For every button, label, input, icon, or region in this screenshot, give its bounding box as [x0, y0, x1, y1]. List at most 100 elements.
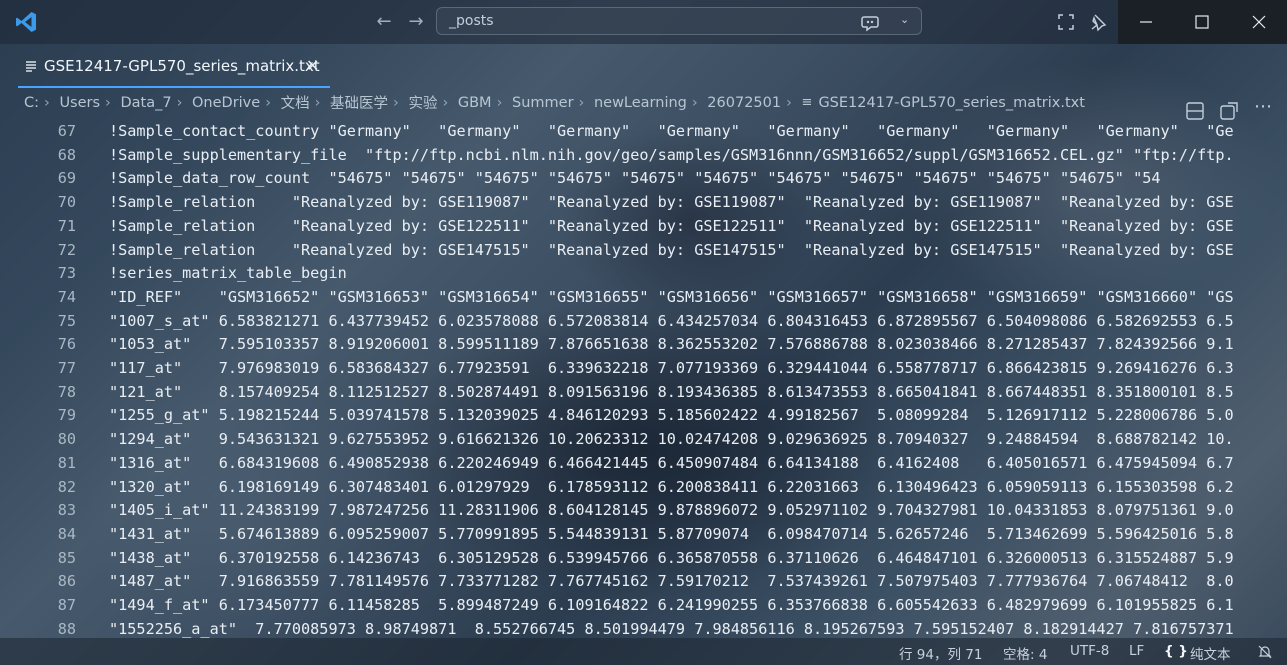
copilot-icon[interactable] — [860, 12, 880, 32]
line-text[interactable]: !Sample_contact_country "Germany" "Germa… — [109, 120, 1234, 144]
line-text[interactable]: !Sample_relation "Reanalyzed by: GSE1475… — [109, 239, 1234, 263]
line-text[interactable]: "1487_at" 7.916863559 7.781149576 7.7337… — [109, 570, 1234, 594]
line-number: 86 — [57, 572, 76, 591]
tab-label: GSE12417-GPL570_series_matrix.txt — [44, 57, 320, 75]
code-line[interactable]: 77 "117_at" 7.976983019 6.583684327 6.779… — [0, 357, 1287, 381]
code-line[interactable]: 72 !Sample_relation "Reanalyzed by: GSE14… — [0, 239, 1287, 263]
code-line[interactable]: 71 !Sample_relation "Reanalyzed by: GSE12… — [0, 215, 1287, 239]
line-text[interactable]: "1053_at" 7.595103357 8.919206001 8.5995… — [109, 333, 1234, 357]
line-text[interactable]: "1431_at" 5.674613889 6.095259007 5.7709… — [109, 523, 1234, 547]
code-line[interactable]: 74 "ID_REF" "GSM316652" "GSM316653" "GSM3… — [0, 286, 1287, 310]
chevron-right-icon: › — [786, 94, 792, 111]
line-text[interactable]: "ID_REF" "GSM316652" "GSM316653" "GSM316… — [109, 286, 1234, 310]
code-line[interactable]: 85 "1438_at" 6.370192558 6.14236743 6.305… — [0, 547, 1287, 571]
language-braces-icon[interactable]: { } — [1164, 643, 1188, 659]
line-text[interactable]: "1316_at" 6.684319608 6.490852938 6.2202… — [109, 452, 1234, 476]
line-number: 79 — [57, 406, 76, 425]
breadcrumb: C: › Users › Data_7 › OneDrive › 文档 › 基础医学 › 实… — [24, 92, 1085, 113]
code-line[interactable]: 76 "1053_at" 7.595103357 8.919206001 8.59… — [0, 333, 1287, 357]
line-text[interactable]: !Sample_data_row_count "54675" "54675" "… — [109, 167, 1161, 191]
breadcrumb-item[interactable]: 实验 — [408, 92, 437, 113]
end-of-line[interactable]: LF — [1129, 643, 1144, 659]
code-line[interactable]: 75 "1007_s_at" 6.583821271 6.437739452 6.… — [0, 310, 1287, 334]
line-text[interactable]: "1007_s_at" 6.583821271 6.437739452 6.02… — [109, 310, 1234, 334]
title-bar: ← → _posts ⌄ — [0, 0, 1287, 44]
code-line[interactable]: 88 "1552256_a_at" 7.770085973 8.98749871 … — [0, 618, 1287, 638]
code-line[interactable]: 80 "1294_at" 9.543631321 9.627553952 9.61… — [0, 428, 1287, 452]
pin-icon[interactable] — [1088, 12, 1108, 32]
tab-series-matrix[interactable]: GSE12417-GPL570_series_matrix.txt ✕ — [18, 44, 330, 88]
open-changes-icon[interactable] — [1218, 100, 1240, 122]
search-text: _posts — [449, 13, 494, 29]
line-number: 75 — [57, 311, 76, 330]
line-text[interactable]: !Sample_supplementary_file "ftp://ftp.nc… — [109, 144, 1234, 168]
language-mode[interactable]: 纯文本 — [1190, 643, 1231, 663]
bell-slash-icon[interactable] — [1257, 644, 1273, 660]
code-line[interactable]: 79 "1255_g_at" 5.198215244 5.039741578 5.… — [0, 404, 1287, 428]
code-line[interactable]: 83 "1405_i_at" 11.24383199 7.987247256 11… — [0, 499, 1287, 523]
code-line[interactable]: 87 "1494_f_at" 6.173450777 6.11458285 5.8… — [0, 594, 1287, 618]
cursor-position[interactable]: 行 94，列 71 — [899, 643, 982, 663]
back-arrow-icon[interactable]: ← — [374, 12, 394, 32]
line-text[interactable]: "1320_at" 6.198169149 6.307483401 6.0129… — [109, 476, 1234, 500]
code-line[interactable]: 73 !series_matrix_table_begin — [0, 262, 1287, 286]
line-text[interactable]: "1255_g_at" 5.198215244 5.039741578 5.13… — [109, 404, 1234, 428]
breadcrumb-item[interactable]: Users — [59, 95, 100, 111]
chevron-right-icon: › — [314, 94, 321, 111]
line-number: 72 — [57, 240, 76, 259]
code-line[interactable]: 67 !Sample_contact_country "Germany" "Ger… — [0, 120, 1287, 144]
minimize-button[interactable] — [1118, 0, 1174, 44]
breadcrumb-item[interactable]: Data_7 — [120, 95, 171, 111]
command-center-search[interactable]: _posts — [436, 7, 922, 35]
line-text[interactable]: !series_matrix_table_begin — [109, 262, 347, 286]
breadcrumb-item[interactable]: GBM — [458, 95, 492, 111]
split-editor-icon[interactable] — [1184, 100, 1206, 122]
chevron-down-icon[interactable]: ⌄ — [900, 13, 909, 26]
line-number: 85 — [57, 548, 76, 567]
breadcrumb-item[interactable]: Summer — [512, 95, 574, 111]
code-line[interactable]: 86 "1487_at" 7.916863559 7.781149576 7.73… — [0, 570, 1287, 594]
line-text[interactable]: "117_at" 7.976983019 6.583684327 6.77923… — [109, 357, 1234, 381]
more-actions-icon[interactable]: ⋯ — [1254, 96, 1272, 117]
line-number: 74 — [57, 287, 76, 306]
line-number: 69 — [57, 169, 76, 188]
code-line[interactable]: 78 "121_at" 8.157409254 8.112512527 8.502… — [0, 381, 1287, 405]
code-line[interactable]: 69 !Sample_data_row_count "54675" "54675"… — [0, 167, 1287, 191]
line-text[interactable]: "1494_f_at" 6.173450777 6.11458285 5.899… — [109, 594, 1234, 618]
line-text[interactable]: "1405_i_at" 11.24383199 7.987247256 11.2… — [109, 499, 1234, 523]
line-number: 83 — [57, 501, 76, 520]
maximize-button[interactable] — [1174, 0, 1230, 44]
breadcrumb-item[interactable]: 基础医学 — [330, 92, 388, 113]
line-text[interactable]: "1552256_a_at" 7.770085973 8.98749871 8.… — [109, 618, 1234, 638]
code-line[interactable]: 81 "1316_at" 6.684319608 6.490852938 6.22… — [0, 452, 1287, 476]
code-line[interactable]: 68 !Sample_supplementary_file "ftp://ftp.… — [0, 144, 1287, 168]
line-number: 71 — [57, 216, 76, 235]
line-number: 68 — [57, 145, 76, 164]
breadcrumb-item[interactable]: newLearning — [594, 95, 687, 111]
breadcrumb-item[interactable]: OneDrive — [192, 95, 260, 111]
line-text[interactable]: "121_at" 8.157409254 8.112512527 8.50287… — [109, 381, 1234, 405]
tab-bar: GSE12417-GPL570_series_matrix.txt ✕ ⋯ — [0, 44, 1287, 120]
breadcrumb-file[interactable]: GSE12417-GPL570_series_matrix.txt — [818, 95, 1085, 111]
breadcrumb-item[interactable]: C: — [24, 95, 39, 111]
focus-icon[interactable] — [1056, 12, 1076, 32]
code-line[interactable]: 70 !Sample_relation "Reanalyzed by: GSE11… — [0, 191, 1287, 215]
indentation[interactable]: 空格: 4 — [1003, 643, 1047, 663]
line-text[interactable]: !Sample_relation "Reanalyzed by: GSE1190… — [109, 191, 1234, 215]
encoding[interactable]: UTF-8 — [1070, 643, 1109, 659]
close-window-button[interactable] — [1231, 0, 1287, 44]
code-line[interactable]: 82 "1320_at" 6.198169149 6.307483401 6.01… — [0, 476, 1287, 500]
line-number: 70 — [57, 193, 76, 212]
line-number: 81 — [57, 453, 76, 472]
line-text[interactable]: "1294_at" 9.543631321 9.627553952 9.6166… — [109, 428, 1234, 452]
text-file-icon — [26, 61, 36, 72]
breadcrumb-item[interactable]: 26072501 — [707, 95, 781, 111]
forward-arrow-icon[interactable]: → — [406, 12, 426, 32]
code-editor[interactable]: 67 !Sample_contact_country "Germany" "Ger… — [0, 120, 1287, 638]
tab-close-icon[interactable]: ✕ — [306, 56, 319, 75]
code-line[interactable]: 84 "1431_at" 5.674613889 6.095259007 5.77… — [0, 523, 1287, 547]
line-number: 84 — [57, 524, 76, 543]
line-text[interactable]: "1438_at" 6.370192558 6.14236743 6.30512… — [109, 547, 1234, 571]
breadcrumb-item[interactable]: 文档 — [281, 92, 310, 113]
line-text[interactable]: !Sample_relation "Reanalyzed by: GSE1225… — [109, 215, 1234, 239]
